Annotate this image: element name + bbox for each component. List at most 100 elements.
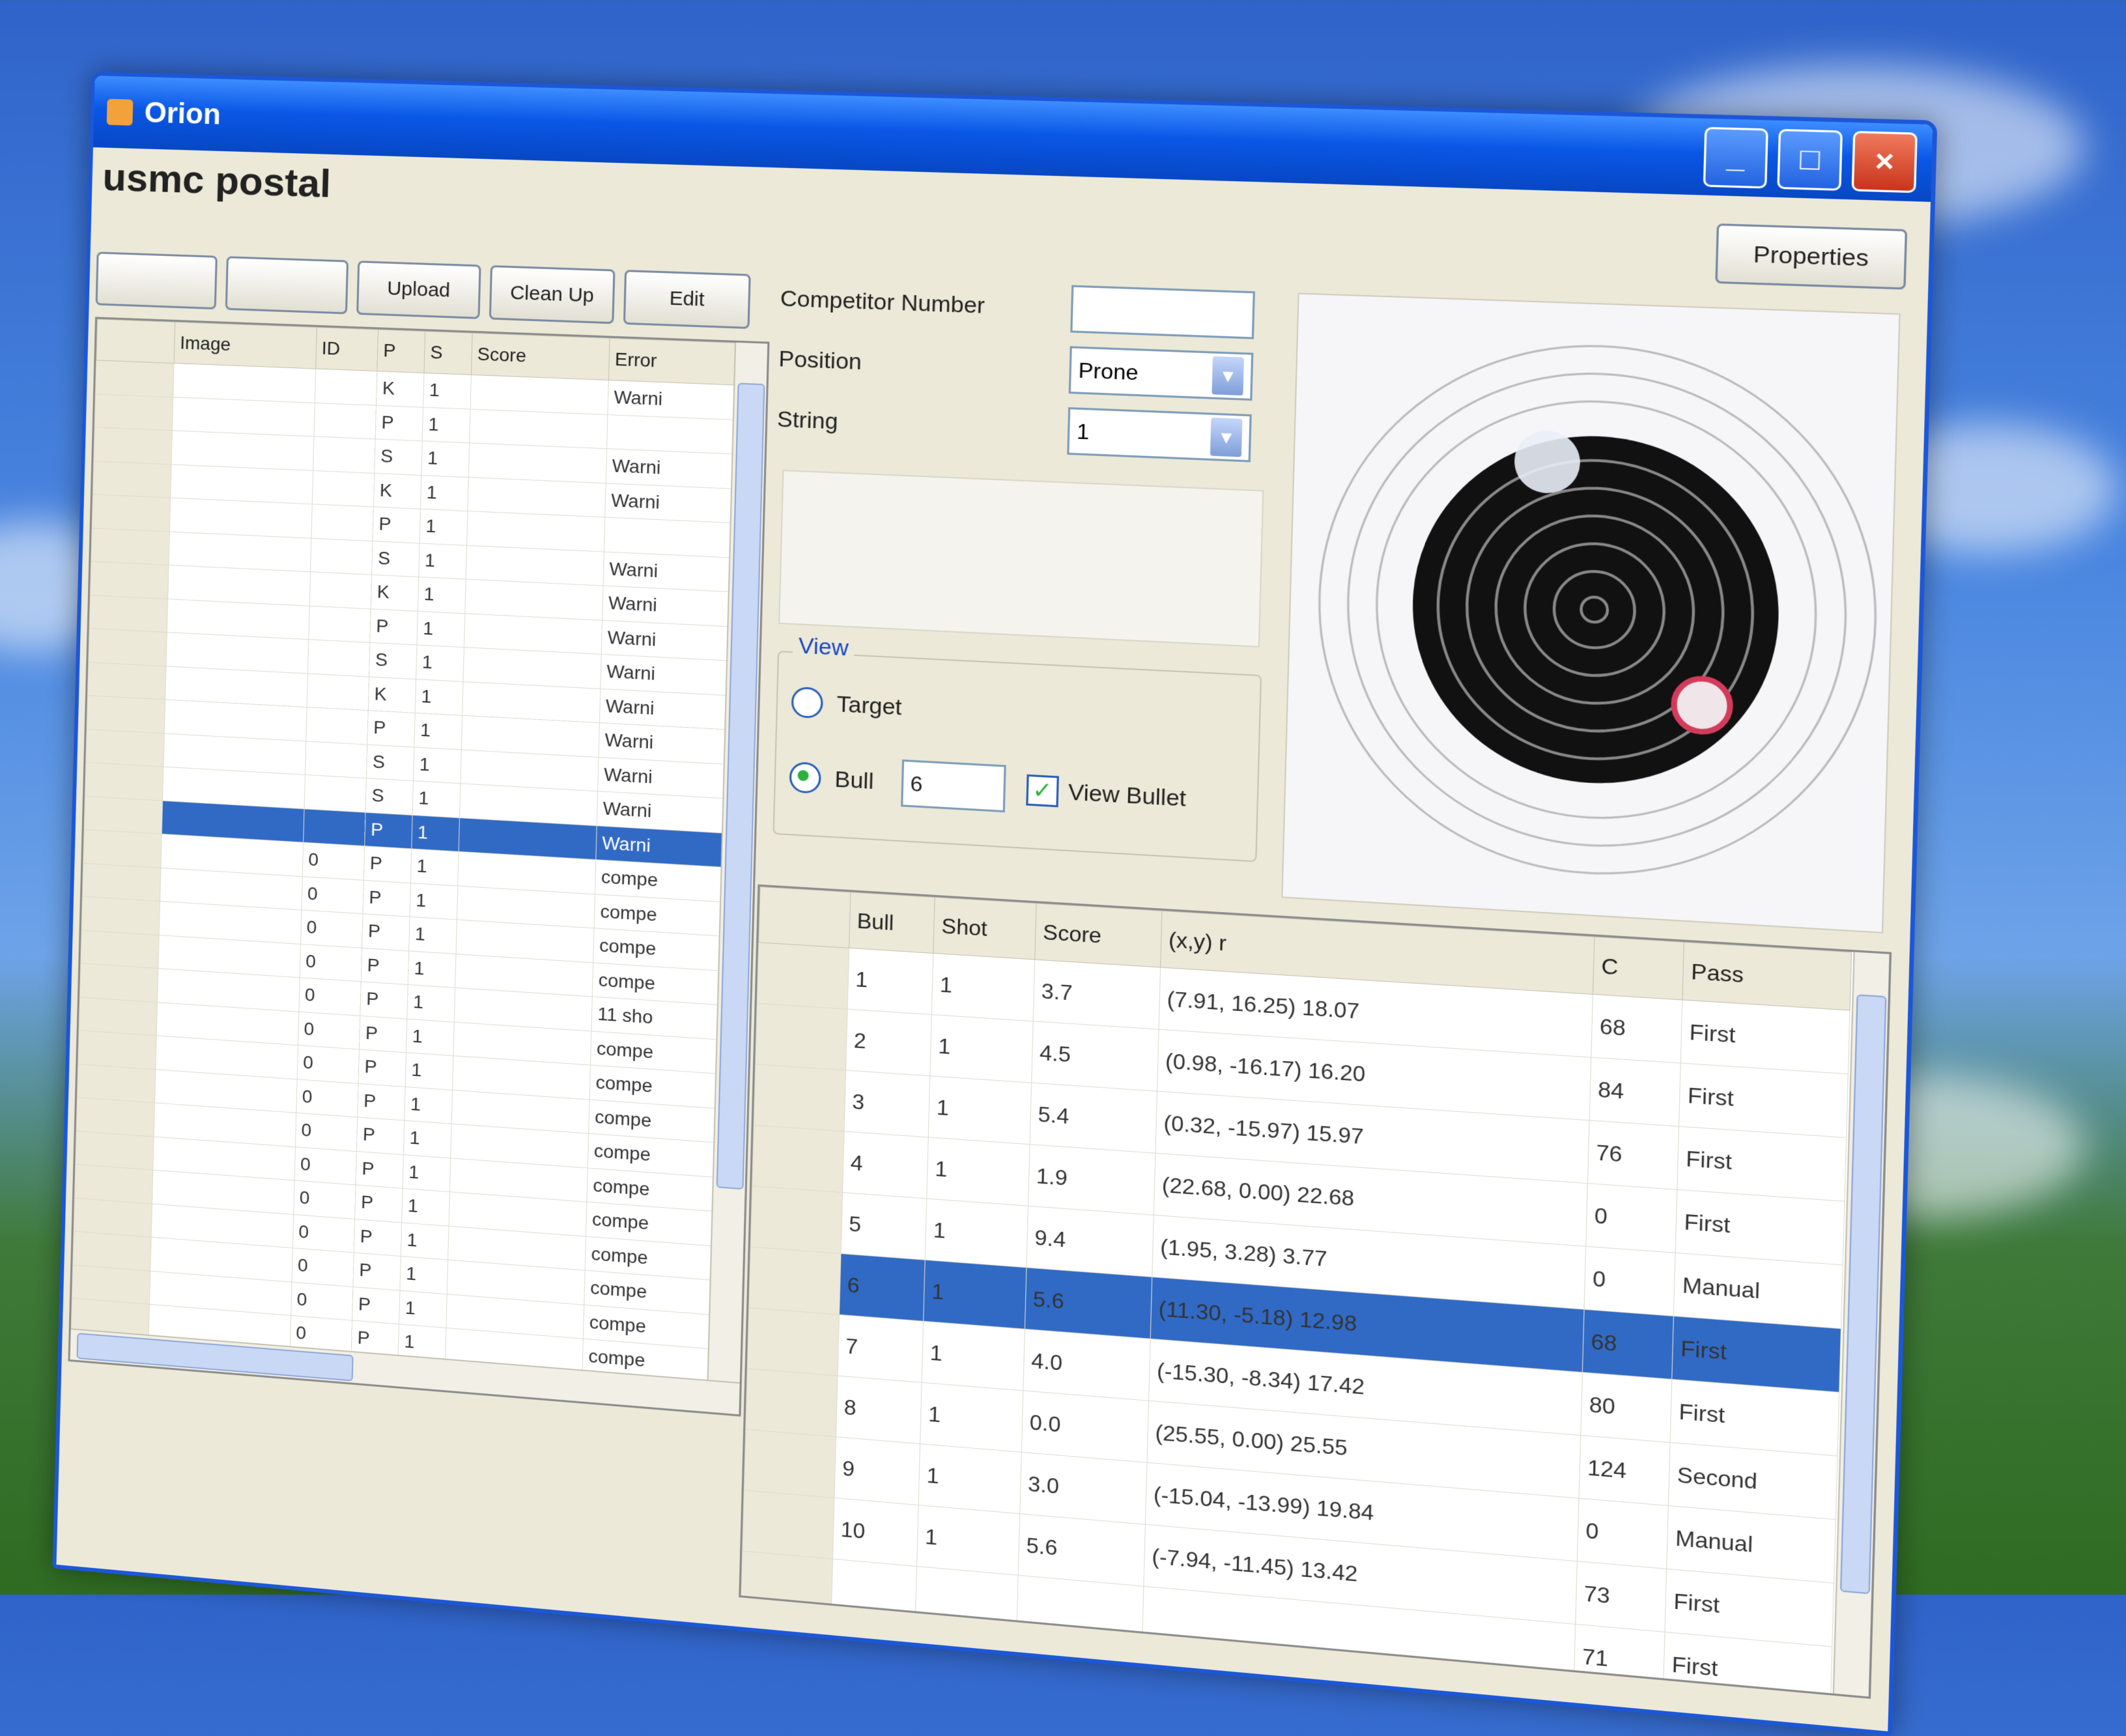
table-cell[interactable]: 1	[423, 373, 472, 409]
table-cell[interactable]	[469, 408, 608, 449]
table-cell[interactable]: 1	[923, 1260, 1027, 1330]
table-cell[interactable]: 5.6	[1018, 1513, 1146, 1587]
row-selector[interactable]	[95, 360, 175, 397]
table-cell[interactable]: P	[353, 1253, 401, 1290]
table-cell[interactable]: 1	[413, 747, 462, 784]
table-cell[interactable]: P	[356, 1117, 404, 1155]
table-cell[interactable]: 1	[403, 1120, 452, 1158]
table-cell[interactable]: 4.5	[1031, 1021, 1159, 1092]
row-selector[interactable]	[83, 829, 162, 868]
table-cell[interactable]: 1	[418, 576, 466, 614]
row-selector[interactable]	[757, 942, 849, 1010]
row-selector[interactable]	[84, 795, 163, 834]
table-cell[interactable]	[172, 397, 315, 436]
table-cell[interactable]: 4.0	[1023, 1329, 1151, 1401]
row-selector[interactable]	[72, 1264, 150, 1305]
table-cell[interactable]: P	[358, 1083, 406, 1121]
left-column-header[interactable]: P	[377, 329, 425, 373]
table-cell[interactable]: 1	[410, 848, 459, 886]
table-cell[interactable]: 1	[414, 713, 462, 750]
close-icon[interactable]: ×	[1851, 130, 1918, 193]
table-cell[interactable]: 4	[842, 1131, 929, 1199]
table-cell[interactable]: 1	[415, 679, 463, 716]
table-cell[interactable]: 1	[422, 406, 470, 443]
target-view[interactable]	[1281, 292, 1901, 933]
table-cell[interactable]	[304, 775, 367, 812]
table-cell[interactable]: 0	[293, 1180, 356, 1219]
row-selector[interactable]	[754, 1064, 846, 1131]
table-cell[interactable]	[305, 741, 368, 778]
row-selector[interactable]	[94, 393, 173, 431]
row-selector[interactable]	[92, 461, 172, 498]
table-cell[interactable]: 1	[399, 1290, 447, 1328]
row-selector[interactable]	[748, 1247, 841, 1315]
row-selector[interactable]	[752, 1125, 845, 1193]
table-cell[interactable]: Manual	[1673, 1253, 1843, 1329]
target-radio[interactable]	[791, 686, 824, 719]
row-selector[interactable]	[92, 494, 171, 532]
table-cell[interactable]: 6	[839, 1253, 926, 1322]
table-cell[interactable]: 1	[916, 1505, 1020, 1576]
table-cell[interactable]: P	[373, 507, 421, 543]
shot-hole-selected[interactable]	[1673, 677, 1731, 733]
chevron-down-icon[interactable]: ▼	[1210, 418, 1243, 457]
table-cell[interactable]: 0	[299, 943, 362, 982]
table-cell[interactable]: 76	[1587, 1120, 1679, 1190]
row-selector[interactable]	[750, 1186, 843, 1254]
table-cell[interactable]: 0	[292, 1214, 356, 1253]
row-selector[interactable]	[72, 1231, 152, 1271]
table-cell[interactable]	[470, 375, 609, 415]
table-cell[interactable]: 84	[1589, 1057, 1681, 1127]
table-cell[interactable]	[313, 403, 376, 439]
table-cell[interactable]: 124	[1578, 1435, 1671, 1506]
row-selector[interactable]	[74, 1197, 152, 1238]
row-selector[interactable]	[80, 930, 160, 969]
table-cell[interactable]: K	[373, 473, 422, 509]
row-selector[interactable]	[85, 728, 165, 767]
left-column-header[interactable]: S	[424, 331, 473, 375]
row-selector[interactable]	[90, 561, 169, 599]
row-selector[interactable]	[755, 1003, 848, 1071]
table-cell[interactable]	[308, 605, 371, 643]
right-column-header[interactable]: C	[1593, 937, 1684, 1000]
table-cell[interactable]: 71	[1573, 1624, 1665, 1696]
table-cell[interactable]	[830, 1559, 917, 1628]
position-select[interactable]: Prone ▼	[1068, 346, 1254, 401]
left-column-header[interactable]: Image	[174, 322, 317, 369]
table-cell[interactable]: 7	[837, 1315, 924, 1383]
table-cell[interactable]: 80	[1580, 1372, 1673, 1443]
table-cell[interactable]: 0.0	[1021, 1390, 1149, 1463]
row-selector[interactable]	[742, 1490, 834, 1559]
left-column-header[interactable]: Score	[471, 333, 610, 380]
table-cell[interactable]: 9.4	[1026, 1206, 1154, 1277]
table-cell[interactable]: First	[1675, 1189, 1845, 1265]
table-cell[interactable]: 1	[401, 1222, 449, 1260]
table-cell[interactable]	[307, 639, 371, 677]
row-selector[interactable]	[88, 628, 167, 666]
row-selector[interactable]	[85, 762, 163, 801]
table-cell[interactable]: 8	[836, 1375, 922, 1444]
table-cell[interactable]	[310, 537, 373, 575]
table-cell[interactable]	[309, 571, 373, 609]
row-selector[interactable]	[87, 662, 166, 700]
table-cell[interactable]	[467, 477, 606, 517]
row-selector[interactable]	[89, 595, 168, 633]
table-cell[interactable]: 1	[408, 917, 457, 954]
row-selector[interactable]	[79, 963, 158, 1003]
table-cell[interactable]	[468, 442, 607, 483]
table-cell[interactable]: 3	[844, 1070, 931, 1137]
bull-radio-row[interactable]: Bull 6 ✓ View Bullet	[789, 754, 1187, 823]
table-cell[interactable]: 1.9	[1028, 1144, 1155, 1216]
toolbar-button-2[interactable]	[225, 256, 349, 315]
table-cell[interactable]: P	[358, 1049, 406, 1087]
edit-button[interactable]: Edit	[623, 270, 751, 330]
table-cell[interactable]: 9	[834, 1436, 920, 1505]
competitor-number-input[interactable]	[1070, 285, 1255, 339]
row-selector[interactable]	[78, 1030, 157, 1070]
table-cell[interactable]: 0	[1583, 1246, 1676, 1316]
table-cell[interactable]: 1	[401, 1188, 450, 1226]
table-cell[interactable]	[173, 363, 316, 403]
table-cell[interactable]: P	[354, 1219, 402, 1257]
table-cell[interactable]: S	[365, 778, 414, 815]
table-cell[interactable]: First	[1677, 1126, 1847, 1202]
